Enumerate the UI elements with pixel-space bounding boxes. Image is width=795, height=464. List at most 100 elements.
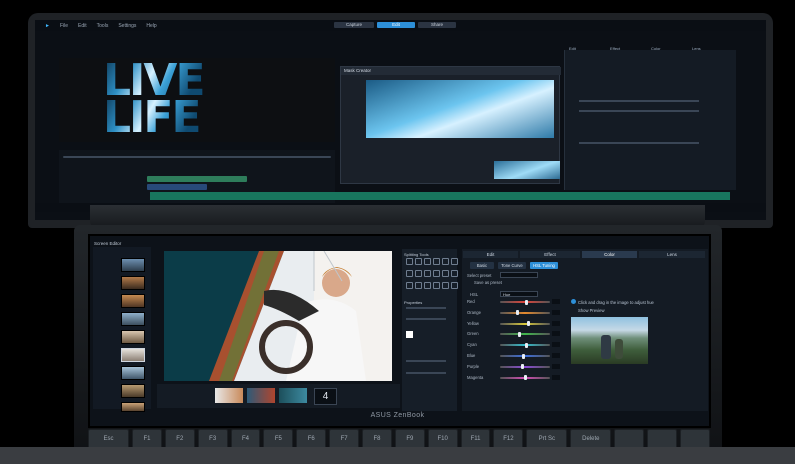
key[interactable]: F2	[164, 429, 195, 449]
slider-value-box[interactable]	[552, 363, 560, 369]
key[interactable]: F6	[296, 429, 327, 449]
library-thumb[interactable]	[121, 330, 145, 344]
slider-value-box[interactable]	[552, 374, 560, 380]
hsl-slider[interactable]	[500, 322, 550, 325]
target-icon[interactable]	[571, 299, 576, 304]
subtab-hsl-tuning[interactable]: HSL Tuning	[530, 262, 558, 269]
library-thumb[interactable]	[121, 294, 145, 308]
tool-icon[interactable]	[406, 270, 413, 277]
tool-icon[interactable]	[433, 258, 440, 265]
hsl-slider[interactable]	[500, 355, 550, 357]
key[interactable]	[614, 429, 645, 449]
key[interactable]: Delete	[570, 429, 612, 449]
mode-edit[interactable]: Edit	[377, 22, 415, 28]
video-canvas[interactable]: LIVE LIFE	[59, 58, 335, 142]
timeline-clip[interactable]	[147, 176, 247, 182]
tool-icon[interactable]	[451, 258, 458, 265]
library-thumb[interactable]	[121, 258, 145, 272]
slider-knob[interactable]	[524, 342, 528, 348]
slider-value-box[interactable]	[552, 342, 560, 348]
tool-icon[interactable]	[451, 270, 458, 277]
library-thumb[interactable]	[121, 276, 145, 290]
key[interactable]: F12	[493, 429, 524, 449]
hint-preview[interactable]: Show Preview	[578, 308, 605, 313]
tool-icon[interactable]	[415, 258, 422, 265]
film-thumb[interactable]	[279, 388, 307, 403]
tool-icon[interactable]	[424, 258, 431, 265]
key[interactable]: Prt Sc	[526, 429, 568, 449]
slider-value-box[interactable]	[552, 299, 560, 304]
key[interactable]	[680, 429, 710, 449]
panel-slider[interactable]	[579, 110, 699, 112]
mode-share[interactable]: Share	[418, 22, 456, 28]
tool-icon[interactable]	[424, 282, 431, 289]
menu-edit[interactable]: Edit	[78, 23, 87, 29]
menu-tools[interactable]: Tools	[97, 23, 109, 29]
tab-lens[interactable]: Lens	[639, 251, 705, 258]
top-tab-lens[interactable]: Lens	[692, 46, 733, 52]
library-thumb[interactable]	[121, 384, 145, 398]
subtab-tone-curve[interactable]: Tone Curve	[498, 262, 526, 269]
save-preset-label[interactable]: Save as preset	[474, 280, 502, 285]
preset-dropdown[interactable]	[500, 272, 538, 278]
tab-edit[interactable]: Edit	[463, 251, 518, 258]
panel-slider[interactable]	[579, 142, 699, 144]
key[interactable]: F8	[362, 429, 392, 449]
tool-icon[interactable]	[424, 270, 431, 277]
library-thumb[interactable]	[121, 402, 145, 412]
tab-effect[interactable]: Effect	[520, 251, 580, 258]
color-swatch[interactable]	[406, 331, 413, 338]
menu-settings[interactable]: Settings	[118, 23, 136, 29]
key[interactable]	[647, 429, 678, 449]
property-slider[interactable]	[406, 307, 446, 309]
film-thumb[interactable]	[247, 388, 275, 403]
slider-knob[interactable]	[521, 353, 525, 359]
slider-value-box[interactable]	[552, 353, 560, 358]
key[interactable]: F10	[427, 429, 458, 449]
timeline-clip[interactable]	[147, 184, 207, 190]
slider-knob[interactable]	[524, 299, 528, 305]
property-slider[interactable]	[406, 318, 446, 320]
slider-knob[interactable]	[520, 364, 524, 370]
menu-help[interactable]: Help	[146, 23, 156, 29]
slider-value-box[interactable]	[552, 331, 560, 337]
tool-icon[interactable]	[433, 270, 440, 277]
library-thumb[interactable]	[121, 366, 145, 380]
top-tab-color[interactable]: Color	[651, 46, 692, 52]
subtab-basic[interactable]: Basic	[470, 262, 494, 269]
property-slider[interactable]	[406, 372, 446, 374]
slider-knob[interactable]	[526, 321, 530, 327]
key[interactable]: F5	[263, 429, 294, 449]
top-tab-edit[interactable]: Edit	[569, 46, 610, 52]
film-thumb[interactable]	[215, 388, 243, 403]
key[interactable]: F11	[460, 429, 491, 449]
tool-icon[interactable]	[433, 282, 440, 289]
key[interactable]: F3	[197, 429, 228, 449]
tool-icon[interactable]	[415, 270, 422, 277]
menu-file[interactable]: File	[60, 23, 68, 29]
slider-knob[interactable]	[523, 375, 527, 381]
tab-color[interactable]: Color	[582, 251, 637, 258]
key[interactable]: F7	[329, 429, 360, 449]
hsl-slider[interactable]	[500, 311, 550, 314]
slider-value-box[interactable]	[552, 320, 560, 326]
top-tab-effect[interactable]: Effect	[610, 46, 651, 52]
key[interactable]: Esc	[88, 429, 130, 449]
tool-icon[interactable]	[442, 270, 449, 277]
library-thumb-selected[interactable]	[121, 348, 145, 362]
mask-thumbnail[interactable]	[494, 161, 560, 179]
tool-icon[interactable]	[442, 282, 449, 289]
hsl-slider[interactable]	[500, 365, 550, 368]
key[interactable]: F1	[132, 429, 162, 449]
key[interactable]: F9	[394, 429, 425, 449]
library-thumb[interactable]	[121, 312, 145, 326]
mask-preview[interactable]	[366, 80, 554, 138]
timeline-green-track[interactable]	[150, 192, 730, 200]
slider-knob[interactable]	[517, 331, 521, 337]
tool-icon[interactable]	[415, 282, 422, 289]
tool-icon[interactable]	[442, 258, 449, 265]
edited-photo[interactable]	[164, 251, 392, 381]
slider-knob[interactable]	[515, 310, 519, 316]
key[interactable]: F4	[230, 429, 261, 449]
slider-value-box[interactable]	[552, 309, 560, 315]
